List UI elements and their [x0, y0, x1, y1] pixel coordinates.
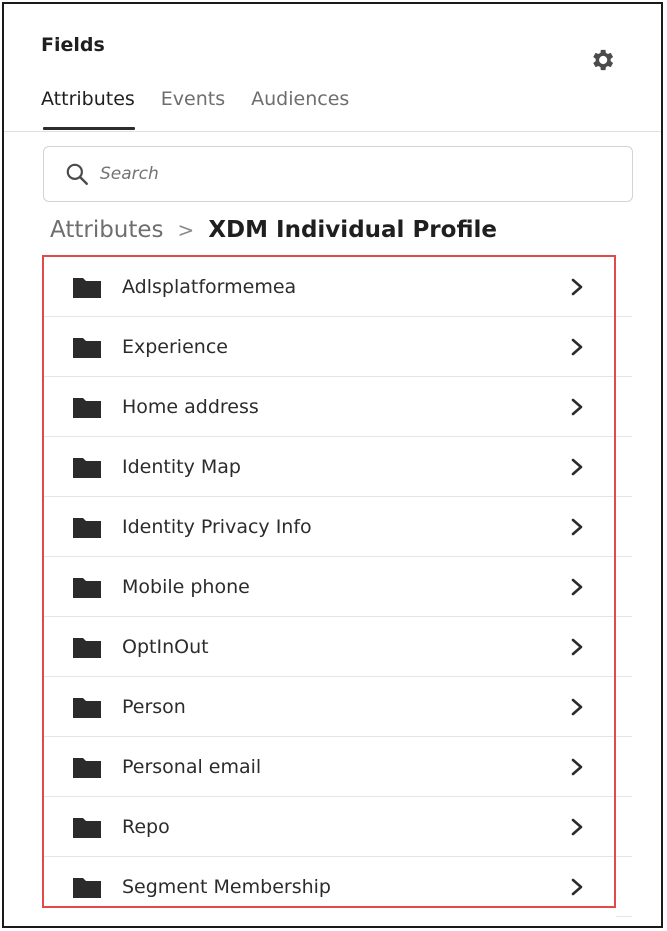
list-item-label: Home address — [122, 395, 259, 418]
folder-icon — [73, 877, 101, 898]
breadcrumb-root[interactable]: Attributes — [50, 217, 164, 243]
search-field[interactable] — [43, 146, 633, 202]
list-item[interactable]: Mobile phone — [44, 557, 614, 617]
folder-icon — [73, 337, 101, 358]
row-divider — [616, 376, 632, 377]
chevron-right-icon[interactable] — [570, 698, 584, 716]
folder-icon — [73, 757, 101, 778]
breadcrumb: Attributes > XDM Individual Profile — [50, 217, 497, 243]
chevron-right-icon[interactable] — [570, 338, 584, 356]
folder-icon — [73, 577, 101, 598]
row-divider — [616, 796, 632, 797]
chevron-right-icon[interactable] — [570, 758, 584, 776]
chevron-right-icon[interactable] — [570, 818, 584, 836]
list-item-label: Identity Map — [122, 455, 241, 478]
folder-icon — [73, 457, 101, 478]
tab-attributes[interactable]: Attributes — [41, 88, 135, 130]
row-divider — [616, 316, 632, 317]
tab-bar: Attributes Events Audiences — [41, 88, 375, 130]
list-item-label: Person — [122, 695, 186, 718]
row-divider — [616, 856, 632, 857]
row-divider — [616, 676, 632, 677]
folder-icon — [73, 817, 101, 838]
search-input[interactable] — [100, 164, 580, 184]
list-item-label: Adlsplatformemea — [122, 275, 297, 298]
folder-icon — [73, 697, 101, 718]
chevron-right-icon[interactable] — [570, 518, 584, 536]
breadcrumb-separator: > — [177, 218, 195, 242]
list-item-label: Mobile phone — [122, 575, 250, 598]
list-item[interactable]: Person — [44, 677, 614, 737]
list-item[interactable]: Repo — [44, 797, 614, 857]
list-item-label: Personal email — [122, 755, 262, 778]
tabs-divider — [4, 131, 661, 132]
list-item-label: Repo — [122, 815, 170, 838]
list-right-edge — [616, 255, 632, 917]
tab-audiences[interactable]: Audiences — [251, 88, 349, 130]
row-divider — [616, 736, 632, 737]
list-item[interactable]: Adlsplatformemea — [44, 257, 614, 317]
row-divider — [616, 496, 632, 497]
row-divider — [616, 436, 632, 437]
list-item-label: Experience — [122, 335, 228, 358]
tab-events[interactable]: Events — [161, 88, 225, 130]
chevron-right-icon[interactable] — [570, 578, 584, 596]
gear-icon[interactable] — [588, 46, 616, 74]
folder-icon — [73, 277, 101, 298]
fields-panel: Fields Attributes Events Audiences Attri… — [2, 2, 663, 928]
chevron-right-icon[interactable] — [570, 278, 584, 296]
folder-icon — [73, 397, 101, 418]
list-item-label: OptInOut — [122, 635, 209, 658]
panel-title: Fields — [41, 34, 105, 56]
row-divider — [616, 556, 632, 557]
list-item[interactable]: Identity Privacy Info — [44, 497, 614, 557]
chevron-right-icon[interactable] — [570, 458, 584, 476]
chevron-right-icon[interactable] — [570, 878, 584, 896]
chevron-right-icon[interactable] — [570, 638, 584, 656]
list-item[interactable]: Segment Membership — [44, 857, 614, 906]
list-item-label: Identity Privacy Info — [122, 515, 312, 538]
list-item[interactable]: OptInOut — [44, 617, 614, 677]
chevron-right-icon[interactable] — [570, 398, 584, 416]
list-item-label: Segment Membership — [122, 875, 331, 898]
breadcrumb-current: XDM Individual Profile — [208, 217, 497, 243]
list-item[interactable]: Identity Map — [44, 437, 614, 497]
folder-icon — [73, 517, 101, 538]
row-divider — [616, 916, 632, 917]
folder-icon — [73, 637, 101, 658]
list-item[interactable]: Experience — [44, 317, 614, 377]
list-item[interactable]: Home address — [44, 377, 614, 437]
search-icon — [66, 163, 88, 185]
list-item[interactable]: Personal email — [44, 737, 614, 797]
row-divider — [616, 616, 632, 617]
field-list: Adlsplatformemea Experience Home address… — [42, 255, 616, 908]
